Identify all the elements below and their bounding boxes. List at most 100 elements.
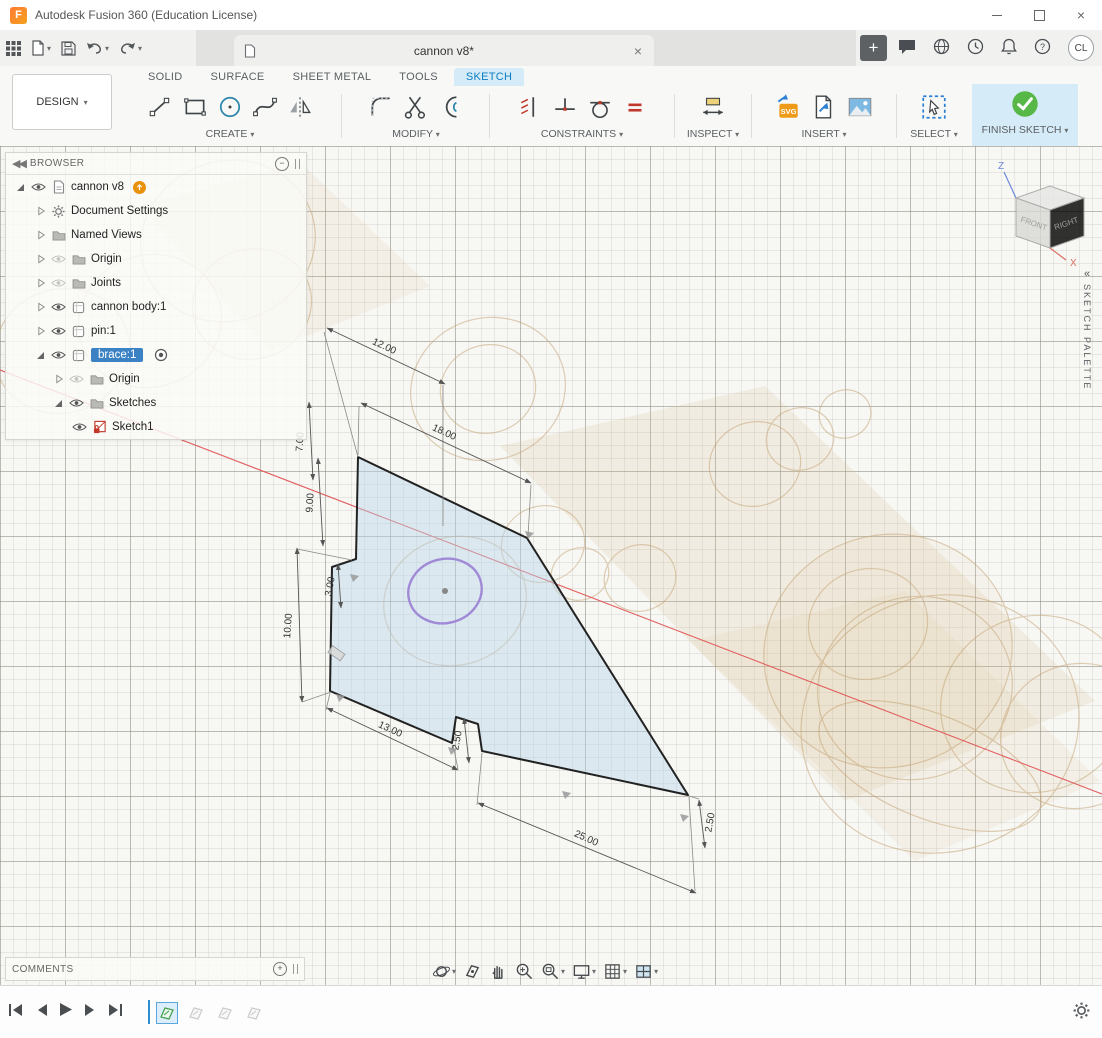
app-grid-button[interactable] — [6, 41, 21, 56]
spline-tool-button[interactable] — [252, 94, 278, 120]
modify-menu[interactable]: MODIFY ▾ — [344, 128, 488, 140]
browser-item-joints[interactable]: Joints — [6, 271, 306, 295]
close-button[interactable]: × — [1060, 0, 1102, 30]
equal-constraint-button[interactable] — [622, 94, 648, 120]
browser-item-document[interactable]: cannon v8 — [6, 175, 306, 199]
web-button[interactable] — [933, 38, 950, 58]
visibility-eye-icon-hidden[interactable] — [51, 254, 66, 264]
tab-solid[interactable]: SOLID — [136, 68, 195, 86]
panel-grip[interactable] — [295, 159, 300, 169]
create-menu[interactable]: CREATE ▾ — [122, 128, 338, 140]
activity-button[interactable] — [967, 38, 984, 58]
look-at-button[interactable] — [463, 962, 482, 981]
expand-comments-button[interactable]: + — [273, 962, 287, 976]
expand-arrow-icon[interactable] — [54, 374, 64, 384]
collapse-all-button[interactable]: − — [275, 157, 289, 171]
browser-item-sketch1[interactable]: Sketch1 — [6, 415, 306, 439]
tab-sheet-metal[interactable]: SHEET METAL — [281, 68, 384, 86]
model-canvas[interactable]: 12.00 18.00 7.00 9.00 3.00 10.00 13.00 2… — [0, 146, 1102, 985]
expand-arrow-icon[interactable] — [36, 350, 46, 360]
expand-arrow-icon[interactable] — [36, 278, 46, 288]
fillet-tool-button[interactable] — [368, 94, 394, 120]
notifications-button[interactable] — [1001, 38, 1017, 58]
sketch-palette-tab[interactable]: « SKETCH PALETTE — [1076, 268, 1098, 390]
tab-sketch[interactable]: SKETCH — [454, 68, 524, 86]
measure-tool-button[interactable] — [700, 94, 726, 120]
horizontal-vertical-constraint-button[interactable] — [517, 94, 543, 120]
viewcube[interactable]: Z FRONT RIGHT X — [988, 156, 1098, 271]
expand-arrow-icon[interactable] — [54, 398, 64, 408]
file-menu-button[interactable]: ▾ — [31, 40, 51, 56]
avatar[interactable]: CL — [1068, 35, 1094, 61]
display-settings-button[interactable]: ▾ — [572, 962, 596, 981]
timeline-position-marker[interactable] — [148, 1000, 150, 1024]
dimension-label[interactable]: 9.00 — [304, 492, 316, 513]
insert-image-button[interactable] — [846, 93, 874, 121]
offset-tool-button[interactable] — [438, 94, 464, 120]
dimension-label[interactable]: 12.00 — [370, 336, 398, 357]
save-button[interactable] — [61, 41, 76, 56]
visibility-eye-icon[interactable] — [51, 350, 66, 360]
dimension-label[interactable]: 13.00 — [376, 719, 404, 740]
dimension-label[interactable]: 25.00 — [572, 829, 600, 849]
line-tool-button[interactable] — [147, 94, 173, 120]
undo-button[interactable]: ▾ — [86, 41, 109, 55]
skip-end-button[interactable] — [108, 1003, 124, 1020]
workspace-selector-button[interactable]: DESIGN ▾ — [12, 74, 112, 130]
visibility-eye-icon[interactable] — [31, 182, 46, 192]
expand-arrow-icon[interactable] — [36, 230, 46, 240]
redo-button[interactable]: ▾ — [119, 41, 142, 55]
maximize-button[interactable] — [1018, 0, 1060, 30]
circle-tool-button[interactable] — [217, 94, 243, 120]
rectangle-tool-button[interactable] — [182, 94, 208, 120]
expand-arrow-icon[interactable] — [36, 302, 46, 312]
expand-arrow-icon[interactable] — [36, 326, 46, 336]
browser-item-pin[interactable]: pin:1 — [6, 319, 306, 343]
finish-sketch-menu[interactable]: FINISH SKETCH ▾ — [972, 124, 1078, 136]
tangent-constraint-button[interactable] — [587, 94, 613, 120]
timeline-feature-sketch[interactable] — [214, 1002, 236, 1024]
dimension-label[interactable]: 2.50 — [450, 730, 464, 752]
collapse-panel-icon[interactable]: ◀◀ — [12, 157, 25, 170]
step-back-button[interactable] — [35, 1003, 48, 1020]
comments-bar[interactable]: COMMENTS + — [5, 957, 305, 981]
insert-svg-button[interactable]: SVG — [774, 93, 802, 121]
fit-button[interactable]: ▾ — [541, 962, 565, 981]
constraints-menu[interactable]: CONSTRAINTS ▾ — [492, 128, 672, 140]
browser-item-named-views[interactable]: Named Views — [6, 223, 306, 247]
pan-button[interactable] — [489, 962, 508, 981]
dimension-label[interactable]: 18.00 — [430, 422, 458, 443]
document-tab[interactable]: cannon v8* × — [234, 35, 654, 66]
help-button[interactable]: ? — [1034, 38, 1051, 58]
play-button[interactable] — [59, 1002, 73, 1020]
select-tool-button[interactable] — [920, 93, 948, 121]
browser-item-document-settings[interactable]: Document Settings — [6, 199, 306, 223]
timeline-feature-sketch[interactable] — [243, 1002, 265, 1024]
trim-tool-button[interactable] — [403, 94, 429, 120]
zoom-button[interactable] — [515, 962, 534, 981]
orbit-button[interactable]: ▾ — [432, 962, 456, 981]
new-tab-button[interactable]: + — [860, 35, 887, 61]
visibility-eye-icon[interactable] — [51, 302, 66, 312]
visibility-eye-icon[interactable] — [69, 398, 84, 408]
job-status-button[interactable] — [898, 39, 916, 58]
finish-sketch-button[interactable] — [1010, 89, 1040, 119]
browser-item-sketches[interactable]: Sketches — [6, 391, 306, 415]
timeline-settings-button[interactable] — [1073, 1002, 1090, 1022]
grid-settings-button[interactable]: ▾ — [603, 962, 627, 981]
expand-arrow-icon[interactable] — [16, 182, 26, 192]
inspect-menu[interactable]: INSPECT ▾ — [677, 128, 749, 140]
visibility-eye-icon-hidden[interactable] — [69, 374, 84, 384]
minimize-button[interactable] — [976, 0, 1018, 30]
sketch-center-point[interactable] — [442, 588, 448, 594]
visibility-eye-icon-hidden[interactable] — [51, 278, 66, 288]
coincident-constraint-button[interactable] — [552, 94, 578, 120]
dimension-label[interactable]: 10.00 — [282, 613, 295, 639]
dimension-label[interactable]: 2.50 — [703, 812, 717, 834]
step-forward-button[interactable] — [84, 1003, 97, 1020]
panel-grip[interactable] — [293, 964, 298, 974]
activate-component-radio[interactable] — [154, 348, 168, 362]
timeline-feature-sketch-active[interactable] — [156, 1002, 178, 1024]
browser-item-origin[interactable]: Origin — [6, 247, 306, 271]
viewports-button[interactable]: ▾ — [634, 962, 658, 981]
